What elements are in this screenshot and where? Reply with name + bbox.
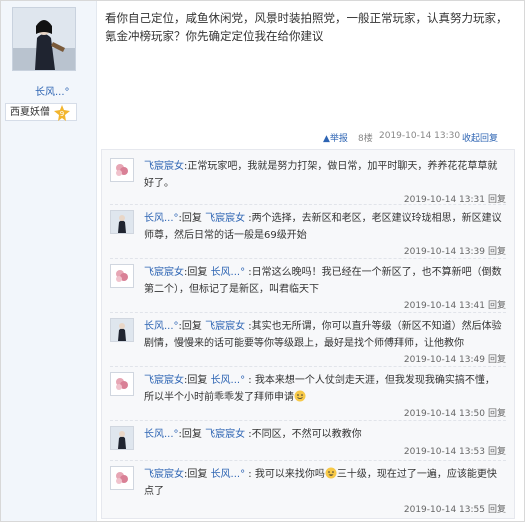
reply-avatar-feichen[interactable]	[110, 158, 134, 182]
reply-target[interactable]: 长风...°	[211, 375, 246, 386]
divider	[110, 460, 506, 461]
post-time: 2019-10-14 13:30	[379, 131, 461, 141]
divider	[110, 420, 506, 421]
reply-text: 飞宸宸女:回复 长风...° : 我可以来找你吗 三十级，现在过了一遍，应该能更快…	[144, 467, 497, 497]
reply-avatar-feichen[interactable]	[110, 466, 134, 490]
reply-target[interactable]: 飞宸宸女	[205, 429, 245, 440]
reply-time: 2019-10-14 13:41 回复	[403, 301, 506, 311]
reply-text: 飞宸宸女:回复 长风...° :日常这么晚吗！我已经在一个新区了，也不算新吧（倒…	[144, 267, 502, 295]
author-badge[interactable]: 西夏妖僧 9	[5, 103, 77, 121]
reply-avatar-feichen[interactable]	[110, 372, 134, 396]
reply-time: 2019-10-14 13:50 回复	[403, 409, 506, 419]
divider	[110, 204, 506, 205]
reply-target[interactable]: 长风...°	[211, 267, 246, 278]
grin-emoji-icon	[325, 467, 337, 479]
reply-target[interactable]: 飞宸宸女	[205, 321, 245, 332]
reply-text: 长风...°:回复 飞宸宸女 :其实也无所谓，你可以直升等级（新区不知道）然后体…	[144, 321, 502, 349]
warning-icon: ▲	[323, 134, 330, 144]
reply-text: 飞宸宸女:回复 长风...° : 我本来想一个人仗剑走天涯，但我发现我确实搞不懂…	[144, 375, 495, 403]
badge-label: 西夏妖僧	[10, 107, 50, 118]
reply-author[interactable]: 长风...°	[144, 429, 179, 440]
post-frame: 长风...° 西夏妖僧 9 看你自己定位，咸鱼休闲党，风景时装拍照党，一般正常玩…	[0, 0, 525, 522]
author-name[interactable]: 长风...°	[35, 83, 70, 98]
reply-author[interactable]: 飞宸宸女	[144, 375, 184, 386]
reply-author[interactable]: 长风...°	[144, 213, 179, 224]
reply-text: 长风...°:回复 飞宸宸女 :不同区，不然可以教教你	[144, 429, 362, 440]
reply-avatar-feichen[interactable]	[110, 264, 134, 288]
reply-author[interactable]: 飞宸宸女	[144, 469, 184, 480]
reply-button[interactable]: 回复	[488, 505, 506, 515]
report-link[interactable]: ▲举报	[323, 131, 348, 144]
reply-button[interactable]: 回复	[488, 447, 506, 457]
reply-time: 2019-10-14 13:53 回复	[403, 447, 506, 457]
collapse-replies-button[interactable]: 收起回复	[462, 131, 498, 144]
badge-level-icon: 9	[54, 105, 70, 121]
author-avatar[interactable]	[12, 7, 76, 71]
author-panel: 长风...° 西夏妖僧 9	[1, 1, 97, 521]
post-content: 看你自己定位，咸鱼休闲党，风景时装拍照党，一般正常玩家，认真努力玩家，氪金冲榜玩…	[105, 11, 508, 43]
reply-text: 长风...°:回复 飞宸宸女 :两个选择，去新区和老区，老区建议玲珑相思，新区建…	[144, 213, 502, 241]
reply-avatar-changfeng[interactable]	[110, 426, 134, 450]
reply-time: 2019-10-14 13:55 回复	[403, 505, 506, 515]
reply-list: 飞宸宸女:正常玩家吧，我就是努力打架，做日常，加平时聊天，养养花花草草就好了。 …	[101, 149, 515, 519]
reply-time: 2019-10-14 13:49 回复	[403, 355, 506, 365]
reply-button[interactable]: 回复	[488, 301, 506, 311]
reply-button[interactable]: 回复	[488, 409, 506, 419]
reply-avatar-changfeng[interactable]	[110, 210, 134, 234]
divider	[110, 366, 506, 367]
divider	[110, 258, 506, 259]
badge-level: 9	[60, 110, 64, 118]
divider	[110, 312, 506, 313]
reply-target[interactable]: 飞宸宸女	[205, 213, 245, 224]
reply-time: 2019-10-14 13:39 回复	[403, 247, 506, 257]
floor-number: 8楼	[358, 134, 373, 144]
reply-target[interactable]: 长风...°	[211, 469, 246, 480]
reply-author[interactable]: 飞宸宸女	[144, 267, 184, 278]
reply-avatar-changfeng[interactable]	[110, 318, 134, 342]
reply-author[interactable]: 长风...°	[144, 321, 179, 332]
reply-button[interactable]: 回复	[488, 355, 506, 365]
reply-text: 飞宸宸女:正常玩家吧，我就是努力打架，做日常，加平时聊天，养养花花草草就好了。	[144, 161, 498, 189]
reply-author[interactable]: 飞宸宸女	[144, 161, 184, 172]
reply-button[interactable]: 回复	[488, 247, 506, 257]
sweat-smile-emoji-icon	[294, 390, 306, 402]
